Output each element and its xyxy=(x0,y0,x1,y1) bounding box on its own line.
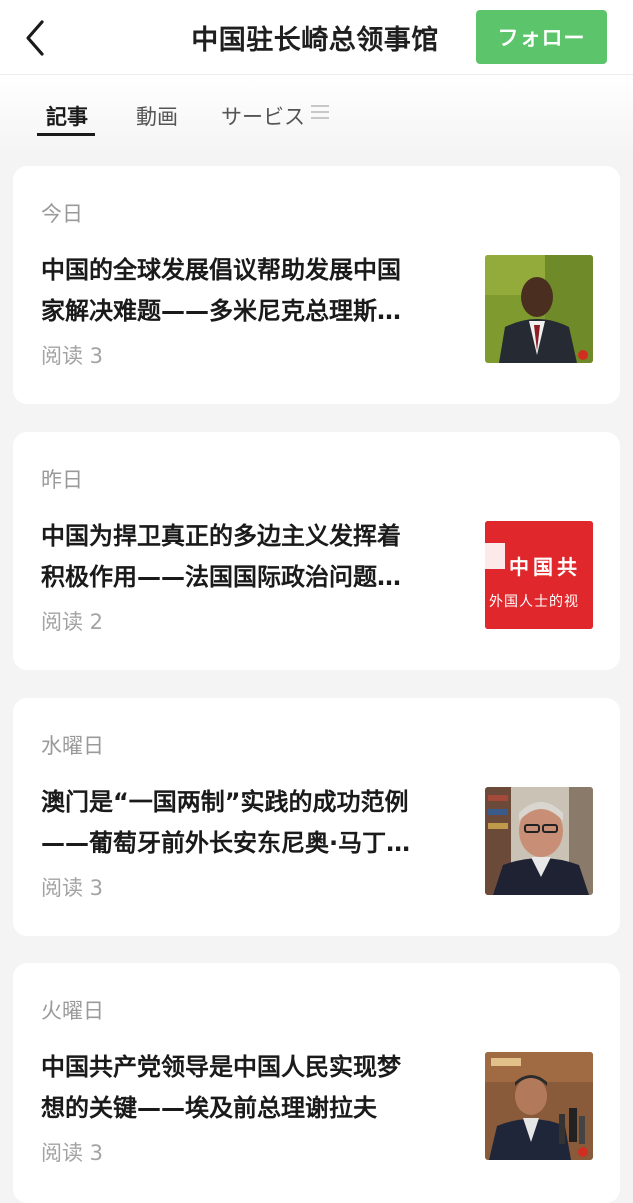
article-date: 昨日 xyxy=(41,468,83,492)
article-date: 火曜日 xyxy=(41,999,104,1023)
article-thumbnail[interactable] xyxy=(485,255,593,363)
back-button[interactable] xyxy=(16,16,56,60)
menu-icon[interactable] xyxy=(311,104,329,120)
article-title[interactable]: 澳门是“一国两制”实践的成功范例 ——葡萄牙前外长安东尼奥·马丁… xyxy=(41,782,461,864)
article-read-count: 阅读 3 xyxy=(41,344,104,368)
top-bar: 中国驻长崎总领事馆 フォロー xyxy=(0,0,633,75)
article-thumbnail[interactable] xyxy=(485,787,593,895)
thumbnail-caption-bottom: 外国人士的视 xyxy=(489,594,579,610)
chevron-left-icon xyxy=(26,20,44,56)
article-title[interactable]: 中国的全球发展倡议帮助发展中国 家解决难题——多米尼克总理斯… xyxy=(41,250,461,332)
article-card[interactable]: 今日 中国的全球发展倡议帮助发展中国 家解决难题——多米尼克总理斯… 阅读 3 xyxy=(13,166,620,404)
article-date: 今日 xyxy=(41,202,83,226)
article-read-count: 阅读 3 xyxy=(41,876,104,900)
article-read-count: 阅读 3 xyxy=(41,1141,104,1165)
article-card[interactable]: 水曜日 澳门是“一国两制”实践的成功范例 ——葡萄牙前外长安东尼奥·马丁… 阅读… xyxy=(13,698,620,936)
article-card[interactable]: 火曜日 中国共产党领导是中国人民实现梦 想的关键——埃及前总理谢拉夫 阅读 3 xyxy=(13,963,620,1203)
thumbnail-caption-top: 中国共 xyxy=(509,555,581,579)
article-thumbnail[interactable] xyxy=(485,1052,593,1160)
tab-services[interactable]: サービス xyxy=(221,101,305,131)
article-card[interactable]: 昨日 中国为捍卫真正的多边主义发挥着 积极作用——法国国际政治问题… 阅读 2 … xyxy=(13,432,620,670)
article-title[interactable]: 中国为捍卫真正的多边主义发挥着 积极作用——法国国际政治问题… xyxy=(41,516,461,598)
article-thumbnail[interactable]: 中国共 外国人士的视 xyxy=(485,521,593,629)
article-title[interactable]: 中国共产党领导是中国人民实现梦 想的关键——埃及前总理谢拉夫 xyxy=(41,1047,461,1129)
article-date: 水曜日 xyxy=(41,734,104,758)
active-tab-indicator xyxy=(37,133,95,136)
tab-articles[interactable]: 記事 xyxy=(46,101,88,131)
tab-videos[interactable]: 動画 xyxy=(136,101,178,131)
account-title: 中国驻长崎总领事馆 xyxy=(191,25,439,56)
follow-button[interactable]: フォロー xyxy=(476,10,607,64)
article-read-count: 阅读 2 xyxy=(41,610,104,634)
